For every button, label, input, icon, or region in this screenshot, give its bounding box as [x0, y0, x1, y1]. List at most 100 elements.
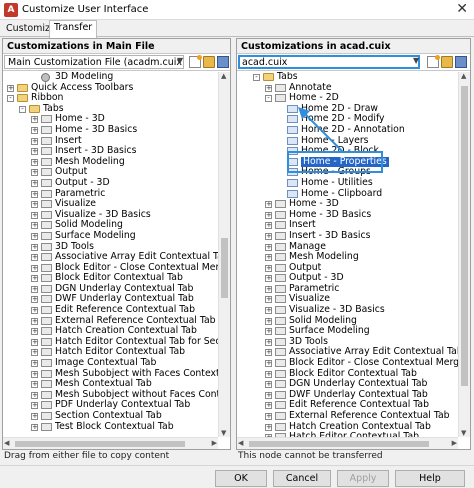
expand-icon[interactable]: +	[31, 148, 38, 156]
expand-icon[interactable]: +	[31, 307, 38, 315]
expand-icon[interactable]: +	[31, 169, 38, 177]
left-file-select[interactable]: Main Customization File (acadm.cuix)	[4, 55, 184, 69]
expand-icon[interactable]: +	[31, 381, 38, 389]
tree-item[interactable]: Home - Clipboard	[237, 188, 458, 200]
expand-icon[interactable]: +	[265, 285, 272, 293]
tree-item[interactable]: + Surface Modeling	[3, 230, 218, 242]
expand-icon[interactable]: +	[31, 328, 38, 336]
open-file-icon[interactable]	[441, 56, 453, 68]
expand-icon[interactable]: +	[31, 126, 38, 134]
tree-item[interactable]: + Mesh Modeling	[237, 251, 458, 263]
expand-icon[interactable]: +	[265, 307, 272, 315]
expand-icon[interactable]: +	[265, 360, 272, 368]
expand-icon[interactable]: +	[265, 381, 272, 389]
scroll-thumb[interactable]	[249, 441, 429, 447]
expand-icon[interactable]: +	[265, 370, 272, 378]
collapse-icon[interactable]: -	[253, 74, 260, 81]
tree-item[interactable]: + Parametric	[237, 283, 458, 295]
scroll-right-icon[interactable]: ▶	[212, 439, 217, 447]
expand-icon[interactable]: +	[31, 201, 38, 209]
right-vertical-scrollbar[interactable]: ▲ ▼	[458, 72, 470, 437]
tree-item[interactable]: + Output	[237, 262, 458, 274]
tree-item[interactable]: + Home - 3D Basics	[237, 209, 458, 221]
expand-icon[interactable]: +	[265, 349, 272, 357]
expand-icon[interactable]: +	[31, 137, 38, 145]
scroll-up-icon[interactable]: ▲	[221, 72, 226, 80]
left-tree[interactable]: 3D Modeling + Quick Access Toolbars - Ribbon…	[3, 72, 218, 437]
expand-icon[interactable]: +	[31, 360, 38, 368]
expand-icon[interactable]: +	[31, 232, 38, 240]
expand-icon[interactable]: +	[265, 413, 272, 420]
tree-item[interactable]: + Section Contextual Tab	[3, 410, 218, 422]
expand-icon[interactable]: +	[265, 402, 272, 410]
tree-item[interactable]: + Surface Modeling	[237, 326, 458, 337]
tree-item[interactable]: - Tabs	[237, 72, 458, 83]
expand-icon[interactable]: +	[31, 296, 38, 304]
expand-icon[interactable]: +	[31, 275, 38, 283]
tree-item[interactable]: + Mesh Modeling	[3, 156, 218, 168]
expand-icon[interactable]: +	[31, 211, 38, 219]
tree-item[interactable]: - Tabs	[3, 103, 218, 115]
expand-icon[interactable]: +	[31, 423, 38, 431]
chevron-down-icon[interactable]: ▼	[177, 56, 183, 65]
expand-icon[interactable]: +	[31, 391, 38, 399]
expand-icon[interactable]: +	[31, 190, 38, 198]
tree-item[interactable]: Home - Utilities	[237, 177, 458, 189]
expand-icon[interactable]: +	[31, 254, 38, 262]
left-vertical-scrollbar[interactable]: ▲ ▼	[218, 72, 230, 437]
expand-icon[interactable]: +	[265, 391, 272, 399]
right-file-select[interactable]: acad.cuix	[238, 55, 420, 69]
tree-item[interactable]: + Output	[3, 167, 218, 178]
collapse-icon[interactable]: -	[19, 105, 26, 113]
expand-icon[interactable]: +	[265, 222, 272, 230]
collapse-icon[interactable]: -	[265, 95, 272, 103]
collapse-icon[interactable]: -	[7, 95, 14, 103]
scroll-right-icon[interactable]: ▶	[452, 439, 457, 447]
tree-item[interactable]: 3D Modeling	[3, 72, 218, 83]
tree-item[interactable]: + Annotate	[237, 82, 458, 94]
expand-icon[interactable]: +	[31, 317, 38, 325]
expand-icon[interactable]: +	[265, 232, 272, 240]
expand-icon[interactable]: +	[31, 264, 38, 272]
expand-icon[interactable]: +	[31, 243, 38, 251]
expand-icon[interactable]: +	[7, 84, 14, 92]
scroll-thumb[interactable]	[461, 86, 468, 386]
expand-icon[interactable]: +	[265, 317, 272, 325]
expand-icon[interactable]: +	[265, 264, 272, 272]
expand-icon[interactable]: +	[31, 179, 38, 187]
expand-icon[interactable]: +	[265, 275, 272, 283]
open-file-icon[interactable]	[203, 56, 215, 68]
left-horizontal-scrollbar[interactable]: ◀ ▶	[3, 437, 218, 449]
expand-icon[interactable]: +	[265, 243, 272, 251]
tab-transfer[interactable]: Transfer	[49, 20, 98, 38]
tree-item[interactable]: - Ribbon	[3, 93, 218, 104]
scroll-down-icon[interactable]: ▼	[221, 429, 226, 437]
right-horizontal-scrollbar[interactable]: ◀ ▶	[237, 437, 458, 449]
expand-icon[interactable]: +	[265, 328, 272, 336]
new-file-icon[interactable]	[427, 55, 440, 68]
expand-icon[interactable]: +	[31, 285, 38, 293]
expand-icon[interactable]: +	[265, 423, 272, 431]
expand-icon[interactable]: +	[31, 349, 38, 357]
save-file-icon[interactable]	[455, 56, 467, 68]
expand-icon[interactable]: +	[31, 338, 38, 346]
expand-icon[interactable]: +	[265, 211, 272, 219]
scroll-up-icon[interactable]: ▲	[461, 72, 466, 80]
tree-item[interactable]: + Test Block Contextual Tab	[3, 421, 218, 433]
expand-icon[interactable]: +	[265, 296, 272, 304]
scroll-thumb[interactable]	[221, 238, 228, 298]
expand-icon[interactable]: +	[265, 201, 272, 209]
ok-button[interactable]: OK	[215, 470, 267, 487]
tree-item[interactable]: + Insert - 3D Basics	[237, 230, 458, 242]
tree-item[interactable]: + Home - 3D Basics	[3, 124, 218, 136]
scroll-thumb[interactable]	[15, 441, 185, 447]
help-button[interactable]: Help	[395, 470, 465, 487]
scroll-left-icon[interactable]: ◀	[238, 439, 243, 447]
cancel-button[interactable]: Cancel	[273, 470, 331, 487]
tree-item[interactable]: + Output - 3D	[3, 177, 218, 189]
apply-button[interactable]: Apply	[337, 470, 389, 487]
expand-icon[interactable]: +	[31, 402, 38, 410]
new-file-icon[interactable]	[189, 55, 202, 68]
save-file-icon[interactable]	[217, 56, 229, 68]
scroll-down-icon[interactable]: ▼	[461, 429, 466, 437]
